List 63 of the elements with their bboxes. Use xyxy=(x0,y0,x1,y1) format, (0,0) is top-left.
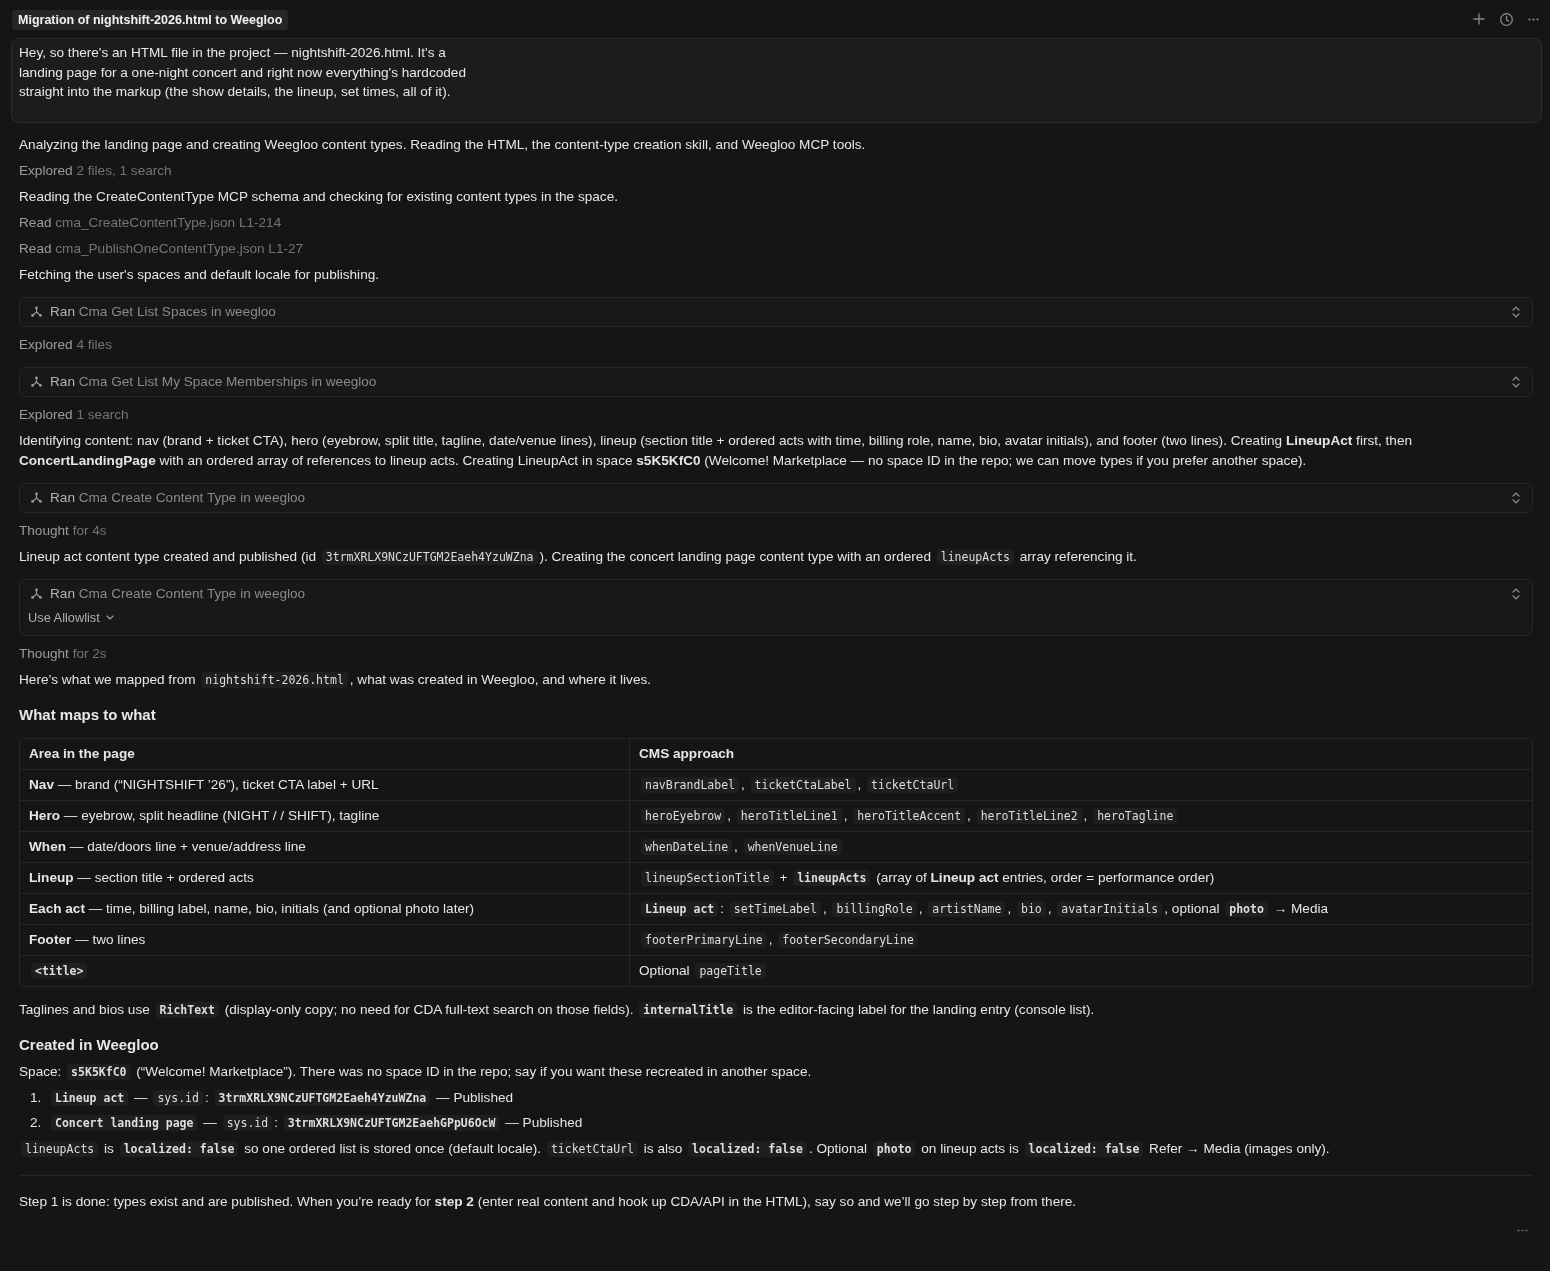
plus-icon[interactable] xyxy=(1473,13,1485,25)
table-cell-text: Footer — two lines xyxy=(28,930,147,949)
table-cell-text: Lineup — section title + ordered acts xyxy=(28,868,255,887)
table-cell: navBrandLabel , ticketCtaLabel , ticketCtaUrl xyxy=(629,769,1532,800)
history-icon[interactable] xyxy=(1500,12,1513,26)
tool-call-label: Ran Cma Create Content Type in weegloo xyxy=(50,490,307,505)
table-cell-text: Nav — brand (“NIGHTSHIFT ’26”), ticket CTA label + URL xyxy=(28,775,380,794)
message-paragraph: Here’s what we mapped from nightshift-2026.html , what was created in Weegloo, and where it lives. xyxy=(19,670,653,690)
nodes-icon xyxy=(31,376,42,387)
activity-status[interactable]: Read cma_CreateContentType.json L1-214 xyxy=(19,212,1533,233)
section-heading: What maps to what xyxy=(19,704,157,725)
activity-status[interactable]: Read cma_PublishOneContentType.json L1-27 xyxy=(19,238,1533,259)
table-cell: <title> xyxy=(20,955,629,986)
tool-call-label: Ran Cma Get List My Space Memberships in weegloo xyxy=(50,374,378,389)
table-cell-text: Hero — eyebrow, split headline (NIGHT / / SHIFT), tagline xyxy=(28,806,381,825)
message-paragraph: Identifying content: nav (brand + ticket CTA), hero (eyebrow, split title, tagline, date/venue lines), lineup (section title + ordered acts with time, billing role, name, bio, avatar initials), and footer (two lines). Creating LineupAct first, then ConcertLandingPage with an ordered array of references to lineup acts. Creating LineupAct in space s5K5KfC0 (Welcome! Marketplace — no space ID in the repo; we can move types if you prefer another space). xyxy=(19,431,1414,470)
allowlist-button[interactable]: Use Allowlist xyxy=(28,607,114,627)
nodes-icon xyxy=(31,306,42,317)
more-icon[interactable] xyxy=(1517,1228,1528,1232)
message-paragraph: Space: s5K5KfC0 (“Welcome! Marketplace”). There was no space ID in the repo; say if you want these recreated in another space. xyxy=(19,1062,813,1082)
message-paragraph: Reading the CreateContentType MCP schema and checking for existing content types in the space. xyxy=(19,187,619,206)
tool-call-card[interactable]: Ran Cma Get List My Space Memberships in weegloo xyxy=(19,366,1533,397)
conversation-tab[interactable]: Migration of nightshift-2026.html to Weegloo xyxy=(12,10,289,30)
message-paragraph: Taglines and bios use RichText (display-only copy; no need for CDA full-text search on those fields). internalTitle is the editor-facing label for the landing entry (console list). xyxy=(19,1000,1096,1020)
section-heading: Created in Weegloo xyxy=(19,1034,160,1055)
activity-status[interactable]: Explored 4 files xyxy=(19,334,1533,355)
table-cell: footerPrimaryLine , footerSecondaryLine xyxy=(629,924,1532,955)
activity-status[interactable]: Explored 1 search xyxy=(19,404,1533,425)
list-number: 2. xyxy=(30,1113,43,1132)
activity-status[interactable]: Explored 2 files, 1 search xyxy=(19,160,1533,181)
activity-status[interactable]: Thought for 2s xyxy=(19,643,1533,664)
list-item-text: Concert landing page — sys.id : 3trmXRLX9NCzUFTGM2EaehGPpU6OcW — Published xyxy=(49,1112,583,1133)
table-cell-text: When — date/doors line + venue/address line xyxy=(28,837,307,856)
tool-call-card[interactable]: Ran Cma Get List Spaces in weegloo xyxy=(19,296,1533,327)
chevron-up-down-icon[interactable] xyxy=(1512,305,1520,318)
table-cell: whenDateLine , whenVenueLine xyxy=(629,831,1532,862)
message-paragraph: Analyzing the landing page and creating Weegloo content types. Reading the HTML, the content-type creation skill, and Weegloo MCP tools. xyxy=(19,135,867,154)
list-item-text: Lineup act — sys.id : 3trmXRLX9NCzUFTGM2Eaeh4YzuWZna — Published xyxy=(49,1087,514,1108)
chevron-up-down-icon[interactable] xyxy=(1512,587,1520,600)
nodes-icon xyxy=(31,588,42,599)
list-number: 1. xyxy=(30,1088,43,1107)
table-cell: Optional pageTitle xyxy=(629,955,1532,986)
tool-call-label: Ran Cma Get List Spaces in weegloo xyxy=(50,304,277,319)
message-paragraph: lineupActs is localized: false so one ordered list is stored once (default locale). ticketCtaUrl is also localized: false . Optional photo on lineup acts is localized: false Refer → Media (images only). xyxy=(19,1138,1533,1159)
tool-call-card[interactable]: Ran Cma Create Content Type in weegloo Use Allowlist xyxy=(19,578,1533,636)
chevron-up-down-icon[interactable] xyxy=(1512,491,1520,504)
more-icon[interactable] xyxy=(1528,17,1539,21)
table-cell-text: Each act — time, billing label, name, bio, initials (and optional photo later) xyxy=(28,899,476,918)
message-paragraph: Step 1 is done: types exist and are published. When you’re ready for step 2 (enter real content and hook up CDA/API in the HTML), say so and we’ll go step by step from there. xyxy=(19,1192,1078,1211)
message-paragraph: Fetching the user's spaces and default locale for publishing. xyxy=(19,265,381,284)
message-paragraph: Lineup act content type created and published (id 3trmXRLX9NCzUFTGM2Eaeh4YzuWZna ). Creating the concert landing page content type with an ordered lineupActs array referencing it. xyxy=(19,547,1138,567)
table-cell: Lineup act : setTimeLabel , billingRole , artistName , bio , avatarInitials , optional photo → Media xyxy=(629,893,1532,924)
chevron-up-down-icon[interactable] xyxy=(1512,375,1520,388)
nodes-icon xyxy=(31,492,42,503)
table-cell: lineupSectionTitle + lineupActs (array of Lineup act entries, order = performance order) xyxy=(629,862,1532,893)
tool-call-label: Ran Cma Create Content Type in weegloo xyxy=(50,586,307,601)
tool-call-card[interactable]: Ran Cma Create Content Type in weegloo xyxy=(19,482,1533,513)
activity-status[interactable]: Thought for 4s xyxy=(19,520,1533,541)
column-header: Area in the page xyxy=(28,744,136,763)
message-text: Hey, so there's an HTML file in the project — nightshift-2026.html. It's a landing page for a one-night concert and right now everything's hardcoded straight into the markup (the show details, the lineup, set times, all of it). xyxy=(19,44,467,101)
caret-icon xyxy=(105,614,114,620)
column-header: CMS approach xyxy=(629,738,1532,769)
table-cell: heroEyebrow , heroTitleLine1 , heroTitleAccent , heroTitleLine2 , heroTagline xyxy=(629,800,1532,831)
